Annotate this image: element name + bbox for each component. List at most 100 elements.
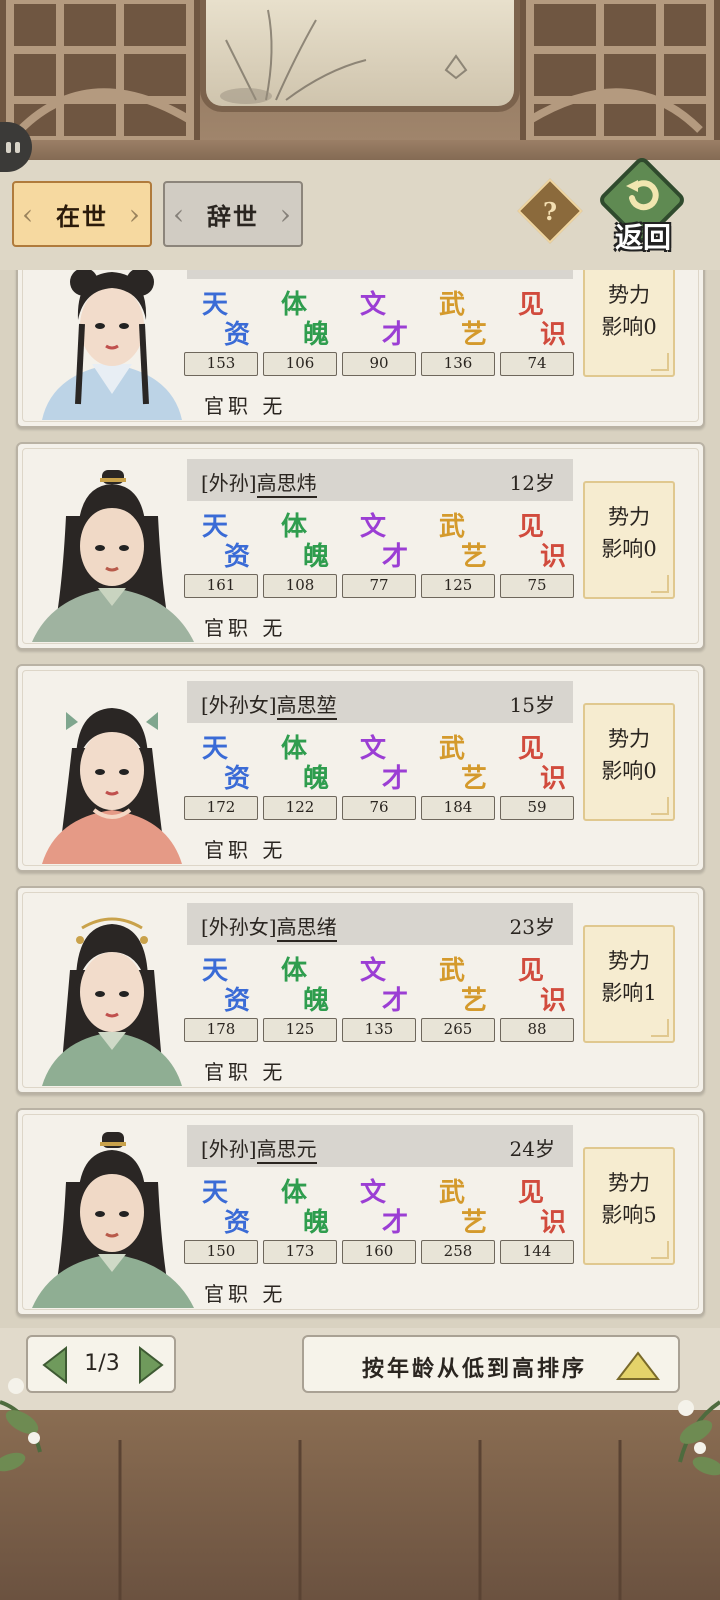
stat-insight: 75 bbox=[500, 574, 574, 598]
attr-label-physique: 魄 bbox=[303, 764, 330, 794]
member-age: 24岁 bbox=[509, 1137, 555, 1161]
power-box: 势力影响5 bbox=[583, 1147, 675, 1265]
attribute-grid: 天资 172 体魄 122 文才 76 武艺 184 见识 59 bbox=[184, 728, 579, 824]
tab-deceased[interactable]: ‹ 辞世 › bbox=[163, 181, 303, 247]
lattice-window-right bbox=[520, 0, 720, 150]
sort-button[interactable]: 按年龄从低到高排序 bbox=[302, 1335, 680, 1393]
attr-label-literary: 才 bbox=[382, 1208, 409, 1238]
attr-label-martial: 艺 bbox=[461, 542, 488, 572]
portrait-avatar bbox=[22, 900, 202, 1086]
office-label: 官职 无 bbox=[204, 394, 287, 418]
prev-page-button[interactable] bbox=[40, 1346, 70, 1384]
attr-label-insight: 识 bbox=[540, 764, 567, 794]
tab-alive[interactable]: ‹ 在世 › bbox=[12, 181, 152, 247]
power-value: 5 bbox=[643, 1203, 657, 1227]
power-label: 势力 bbox=[608, 949, 650, 973]
name-bar: [外孙]高思炜 12岁 bbox=[187, 459, 573, 501]
member-name[interactable]: 高思元 bbox=[256, 1137, 317, 1164]
member-age: 23岁 bbox=[509, 915, 555, 939]
attr-label-literary: 才 bbox=[382, 542, 409, 572]
member-card[interactable]: [外孙女]高思绪 23岁 天资 178 体魄 125 文才 135 武艺 265 见识8… bbox=[16, 886, 705, 1094]
power-label: 势力 bbox=[608, 727, 650, 751]
name-bar bbox=[187, 270, 573, 279]
member-card[interactable]: [外孙]高思炜 12岁 天资 161 体魄 108 文才 77 武艺 125 见识 75 … bbox=[16, 442, 705, 650]
portrait-avatar bbox=[22, 678, 202, 864]
member-relation: [外孙] bbox=[201, 1137, 257, 1161]
attr-label-literary: 才 bbox=[382, 986, 409, 1016]
member-age: 12岁 bbox=[509, 471, 555, 495]
stat-martial: 265 bbox=[421, 1018, 495, 1042]
stat-literary: 76 bbox=[342, 796, 416, 820]
attr-label-literary: 才 bbox=[382, 764, 409, 794]
attribute-grid: 天资 178 体魄 125 文才 135 武艺 265 见识 88 bbox=[184, 950, 579, 1046]
tab-deceased-label: 辞世 bbox=[207, 201, 259, 231]
power-box: 势力 影响1 bbox=[583, 925, 675, 1043]
stat-insight: 59 bbox=[500, 796, 574, 820]
stat-talent: 161 bbox=[184, 574, 258, 598]
chevron-left-icon: ‹ bbox=[173, 197, 187, 231]
power-label: 势力 bbox=[608, 283, 650, 307]
next-page-button[interactable] bbox=[136, 1346, 166, 1384]
power-label: 影响 bbox=[601, 537, 644, 561]
member-card[interactable]: [外孙女]高思堃 15岁 天资 172 体魄 122 文才 76 武艺 184 见识 59… bbox=[16, 664, 705, 872]
attr-label-literary: 才 bbox=[382, 320, 409, 350]
stat-literary: 90 bbox=[342, 352, 416, 376]
stat-martial: 136 bbox=[421, 352, 495, 376]
stat-literary: 77 bbox=[342, 574, 416, 598]
power-label: 势力 bbox=[608, 505, 650, 529]
stat-talent: 150 bbox=[184, 1240, 258, 1264]
stat-talent: 178 bbox=[184, 1018, 258, 1042]
attr-label-physique: 魄 bbox=[303, 1208, 330, 1238]
chevron-right-icon: › bbox=[279, 197, 293, 231]
power-label: 影响 bbox=[601, 315, 644, 339]
attr-label-insight: 识 bbox=[540, 1208, 567, 1238]
stat-talent: 153 bbox=[184, 352, 258, 376]
pagination: 1/3 bbox=[26, 1335, 176, 1393]
portrait-avatar bbox=[22, 1122, 202, 1308]
member-name[interactable]: 高思炜 bbox=[256, 471, 317, 498]
stat-martial: 184 bbox=[421, 796, 495, 820]
power-value: 0 bbox=[643, 315, 657, 339]
stat-talent: 172 bbox=[184, 796, 258, 820]
office-label: 官职 无 bbox=[204, 1060, 287, 1084]
back-label: 返回 bbox=[614, 221, 671, 254]
attr-label-talent: 资 bbox=[224, 1208, 251, 1238]
stat-insight: 88 bbox=[500, 1018, 574, 1042]
attr-label-insight: 识 bbox=[540, 320, 567, 350]
power-label: 势力 bbox=[608, 1171, 650, 1195]
member-card[interactable]: [外孙]高思元 24岁 天资 150 体魄 173 文才 160 武艺 258 见识 14… bbox=[16, 1108, 705, 1316]
page-indicator: 1/3 bbox=[84, 1351, 120, 1376]
stat-martial: 258 bbox=[421, 1240, 495, 1264]
power-box: 势力影响0 bbox=[583, 270, 675, 377]
wood-planks bbox=[118, 1440, 622, 1600]
stat-literary: 160 bbox=[342, 1240, 416, 1264]
power-label: 影响 bbox=[601, 1203, 644, 1227]
attr-label-martial: 艺 bbox=[461, 320, 488, 350]
stat-physique: 108 bbox=[263, 574, 337, 598]
member-name[interactable]: 高思堃 bbox=[276, 693, 337, 720]
name-bar: [外孙女]高思堃 15岁 bbox=[187, 681, 573, 723]
sort-ascending-icon bbox=[616, 1351, 660, 1380]
name-bar: [外孙女]高思绪 23岁 bbox=[187, 903, 573, 945]
attr-label-martial: 艺 bbox=[461, 986, 488, 1016]
attr-label-martial: 艺 bbox=[461, 1208, 488, 1238]
member-list[interactable]: 天资 153 体魄 106 文才 90 武艺 136 见识 74 官职 无 势力 影响0 [… bbox=[0, 270, 720, 1328]
member-card[interactable]: 天资 153 体魄 106 文才 90 武艺 136 见识 74 官职 无 势力影响0 bbox=[16, 270, 705, 428]
member-relation: [外孙] bbox=[201, 471, 257, 495]
stat-literary: 135 bbox=[342, 1018, 416, 1042]
attr-label-physique: 魄 bbox=[303, 320, 330, 350]
attribute-grid: 天资 153 体魄 106 文才 90 武艺 136 见识 74 bbox=[184, 284, 579, 380]
attribute-grid: 天资 150 体魄 173 文才 160 武艺 258 见识 144 bbox=[184, 1172, 579, 1268]
stat-martial: 125 bbox=[421, 574, 495, 598]
attr-label-talent: 资 bbox=[224, 320, 251, 350]
back-button[interactable]: 返回 bbox=[596, 154, 688, 254]
chevron-left-icon: ‹ bbox=[22, 197, 36, 231]
stat-physique: 173 bbox=[263, 1240, 337, 1264]
stat-insight: 74 bbox=[500, 352, 574, 376]
member-name[interactable]: 高思绪 bbox=[276, 915, 337, 942]
power-label: 影响 bbox=[601, 759, 644, 783]
power-value: 1 bbox=[643, 981, 657, 1005]
attr-label-martial: 艺 bbox=[461, 764, 488, 794]
attr-label-insight: 识 bbox=[540, 986, 567, 1016]
question-icon[interactable]: ? bbox=[527, 188, 573, 234]
